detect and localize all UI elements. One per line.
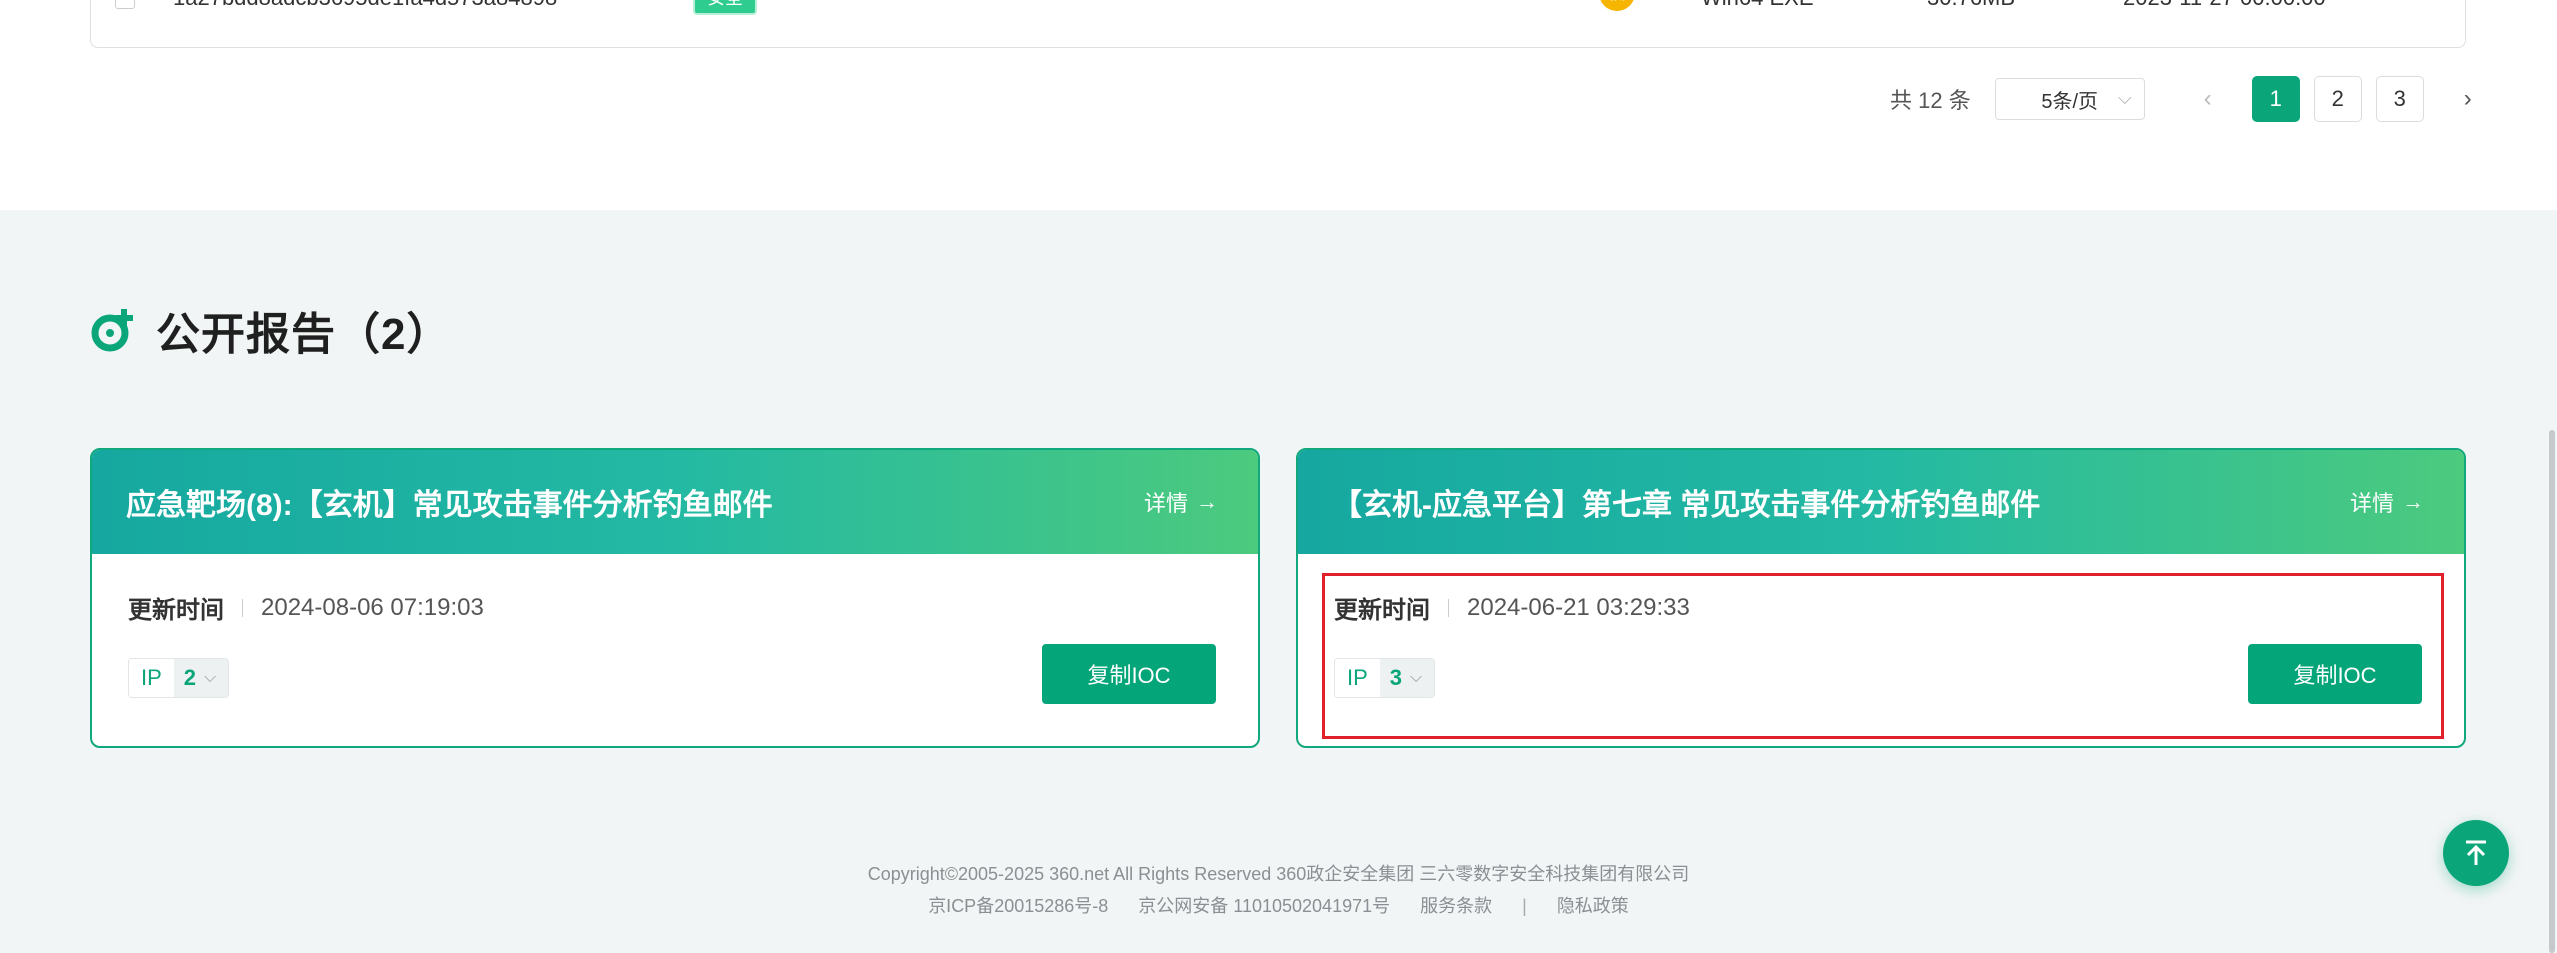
copy-ioc-button[interactable]: 复制IOC — [1042, 644, 1216, 704]
report-title[interactable]: 应急靶场(8):【玄机】常见攻击事件分析钓鱼邮件 — [126, 480, 773, 524]
divider — [242, 598, 243, 617]
status-badge: 安全 — [693, 0, 757, 15]
chevron-down-icon: ⌵ — [204, 669, 217, 686]
detail-link[interactable]: 详情 → — [1144, 486, 1218, 518]
page-button-1[interactable]: 1 — [2251, 76, 2300, 122]
file-type: Win64 EXE — [1701, 0, 1814, 11]
back-to-top-button[interactable] — [2443, 820, 2509, 886]
update-label: 更新时间 — [1334, 597, 1430, 624]
divider — [1448, 598, 1449, 617]
copyright-text: Copyright©2005-2025 360.net All Rights R… — [867, 864, 1690, 884]
report-title[interactable]: 【玄机-应急平台】第七章 常见攻击事件分析钓鱼邮件 — [1332, 480, 2040, 524]
ioc-count: 2 — [183, 665, 197, 690]
scrollbar-thumb[interactable] — [2549, 430, 2555, 953]
footer-links: 京ICP备20015286号-8 京公网安备 11010502041971号 服… — [913, 890, 1644, 922]
update-label: 更新时间 — [128, 597, 224, 624]
section-header: 公开报告（2） — [90, 300, 451, 360]
report-card-body: 更新时间 2024-06-21 03:29:33 IP 3 ⌵ 复制IOC — [1298, 554, 2464, 746]
file-hash[interactable]: 1a27bdd8adcb3695de1fa4d573a84898 — [173, 0, 557, 11]
pagination-total: 共 12 条 — [1890, 88, 1971, 113]
ioc-count-wrap: 3 ⌵ — [1379, 659, 1435, 697]
chevron-down-icon: ⌵ — [2118, 88, 2132, 108]
row-checkbox[interactable] — [115, 0, 135, 9]
terms-link[interactable]: 服务条款 — [1420, 890, 1492, 922]
table-row[interactable]: 1a27bdd8adcb3695de1fa4d573a84898 安全 - 低 … — [91, 0, 2465, 29]
chevron-left-icon[interactable]: ‹ — [2185, 76, 2231, 122]
page-button-2[interactable]: 2 — [2313, 76, 2362, 122]
report-plus-icon — [91, 309, 133, 352]
ioc-count: 3 — [1389, 665, 1403, 690]
file-table: 1a27bdd8adcb3695de1fa4d573a84898 安全 - 低 … — [90, 0, 2466, 48]
ioc-count-wrap: 2 ⌵ — [173, 659, 229, 697]
report-card: 应急靶场(8):【玄机】常见攻击事件分析钓鱼邮件 详情 → 更新时间 2024-… — [90, 448, 1260, 748]
arrow-right-icon: → — [1196, 489, 1218, 514]
risk-level-badge: 低 — [1599, 0, 1635, 11]
report-card-body: 更新时间 2024-08-06 07:19:03 IP 2 ⌵ 复制IOC — [92, 554, 1258, 746]
page-size-value: 5条/页 — [2041, 90, 2099, 113]
pagination: 共 12 条 5条/页 ⌵ ‹ 1 2 3 › — [1890, 76, 2491, 122]
police-link[interactable]: 京公网安备 11010502041971号 — [1138, 890, 1390, 922]
privacy-link[interactable]: 隐私政策 — [1557, 890, 1629, 922]
report-card-header: 【玄机-应急平台】第七章 常见攻击事件分析钓鱼邮件 详情 → — [1298, 450, 2464, 554]
copy-ioc-button[interactable]: 复制IOC — [2248, 644, 2422, 704]
update-row: 更新时间 2024-08-06 07:19:03 — [128, 590, 484, 625]
ioc-type: IP — [1335, 659, 1380, 697]
empty-cell: - — [1027, 0, 1034, 5]
footer: Copyright©2005-2025 360.net All Rights R… — [0, 858, 2557, 922]
arrow-right-icon: → — [2402, 489, 2424, 514]
footer-divider: | — [1522, 896, 1527, 916]
ioc-dropdown[interactable]: IP 2 ⌵ — [128, 658, 230, 698]
chevron-down-icon: ⌵ — [1410, 669, 1423, 686]
ioc-dropdown[interactable]: IP 3 ⌵ — [1334, 658, 1436, 698]
file-size: 30.76MB — [1927, 0, 2015, 11]
detail-link[interactable]: 详情 → — [2350, 486, 2424, 518]
section-title: 公开报告（2） — [156, 310, 452, 359]
update-time: 2024-06-21 03:29:33 — [1467, 593, 1690, 621]
icp-link[interactable]: 京ICP备20015286号-8 — [928, 890, 1108, 922]
detail-label: 详情 — [2349, 491, 2394, 516]
ioc-type: IP — [129, 659, 174, 697]
page-button-3[interactable]: 3 — [2375, 76, 2424, 122]
update-row: 更新时间 2024-06-21 03:29:33 — [1334, 590, 1690, 625]
file-list-section: 1a27bdd8adcb3695de1fa4d573a84898 安全 - 低 … — [0, 0, 2557, 210]
detail-label: 详情 — [1143, 491, 1188, 516]
file-date: 2023-11-27 00:00:00 — [2123, 0, 2326, 11]
update-time: 2024-08-06 07:19:03 — [261, 593, 484, 621]
page-size-select[interactable]: 5条/页 ⌵ — [1994, 78, 2145, 120]
report-card: 【玄机-应急平台】第七章 常见攻击事件分析钓鱼邮件 详情 → 更新时间 2024… — [1296, 448, 2466, 748]
chevron-right-icon[interactable]: › — [2445, 76, 2491, 122]
report-card-header: 应急靶场(8):【玄机】常见攻击事件分析钓鱼邮件 详情 → — [92, 450, 1258, 554]
arrow-up-icon — [2466, 840, 2486, 865]
